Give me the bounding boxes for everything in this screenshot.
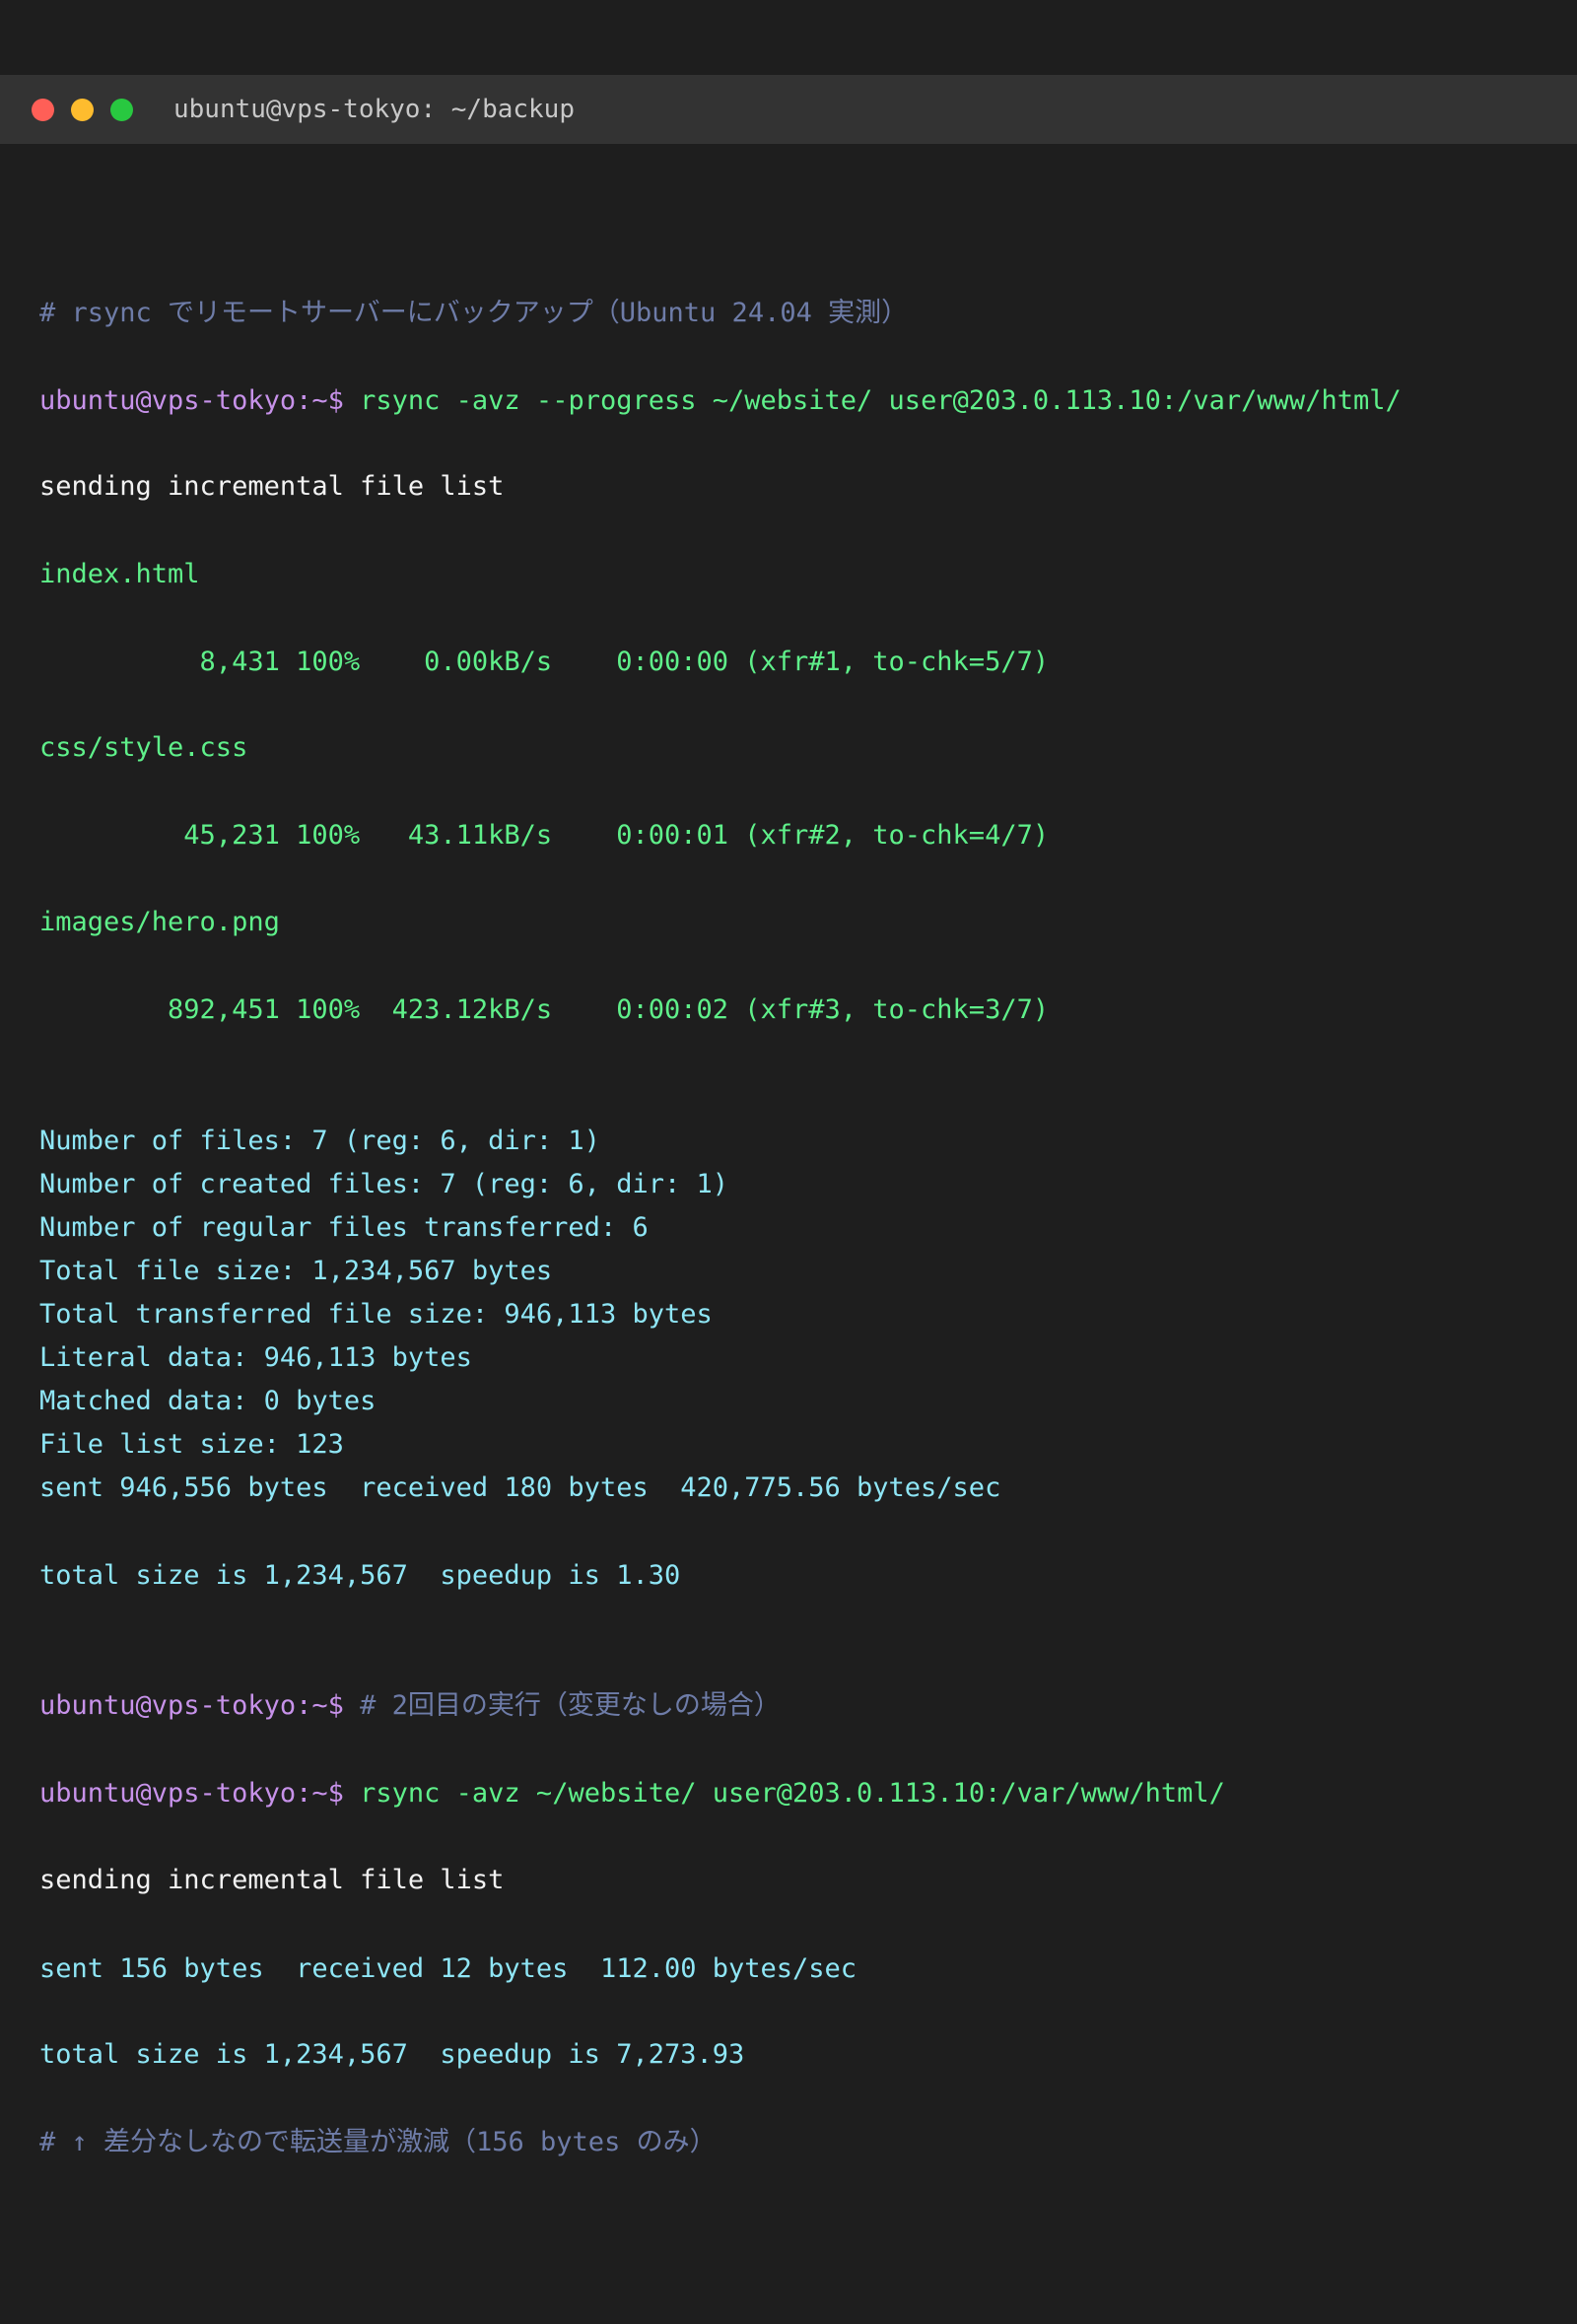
total-size-line: total size is 1,234,567 speedup is 1.30 [39, 1560, 681, 1591]
command-line: ubuntu@vps-tokyo:~$ rsync -avz --progres… [39, 383, 1402, 419]
stats-line: Matched data: 0 bytes [39, 1386, 377, 1416]
close-window-button[interactable] [32, 99, 54, 121]
command-text: rsync -avz ~/website/ user@203.0.113.10:… [360, 1778, 1225, 1809]
progress-line: 45,231 100% 43.11kB/s 0:00:01 (xfr#2, to… [39, 820, 1050, 851]
stats-line: File list size: 123 [39, 1429, 344, 1460]
shell-prompt: ubuntu@vps-tokyo:~$ [39, 385, 344, 416]
progress-line: 892,451 100% 423.12kB/s 0:00:02 (xfr#3, … [39, 994, 1050, 1025]
file-name-line: index.html [39, 559, 200, 589]
stats-line: Number of regular files transferred: 6 [39, 1212, 649, 1243]
stats-line: sent 156 bytes received 12 bytes 112.00 … [39, 1953, 857, 1984]
comment-text: # 2回目の実行（変更なしの場合） [360, 1690, 781, 1721]
minimize-window-button[interactable] [71, 99, 94, 121]
stats-line: Number of files: 7 (reg: 6, dir: 1) [39, 1126, 600, 1156]
comment-line: # rsync でリモートサーバーにバックアップ（Ubuntu 24.04 実測… [39, 298, 909, 328]
maximize-window-button[interactable] [110, 99, 133, 121]
stats-line: sent 946,556 bytes received 180 bytes 42… [39, 1472, 1001, 1503]
progress-line: 8,431 100% 0.00kB/s 0:00:00 (xfr#1, to-c… [39, 647, 1050, 677]
output-line: sending incremental file list [39, 1865, 505, 1895]
command-text: rsync -avz --progress ~/website/ user@20… [360, 385, 1402, 416]
window-titlebar: ubuntu@vps-tokyo: ~/backup [0, 75, 1577, 144]
comment-line: # ↑ 差分なしなので転送量が激減（156 bytes のみ） [39, 2127, 717, 2157]
stats-line: Total transferred file size: 946,113 byt… [39, 1299, 713, 1330]
stats-line: Total file size: 1,234,567 bytes [39, 1256, 553, 1286]
total-size-line: total size is 1,234,567 speedup is 7,273… [39, 2039, 745, 2070]
output-line: sending incremental file list [39, 471, 505, 502]
window-title: ubuntu@vps-tokyo: ~/backup [173, 95, 575, 124]
file-name-line: images/hero.png [39, 907, 280, 937]
shell-prompt: ubuntu@vps-tokyo:~$ [39, 1690, 344, 1721]
stats-line: Literal data: 946,113 bytes [39, 1342, 472, 1373]
stats-line: Number of created files: 7 (reg: 6, dir:… [39, 1169, 728, 1199]
command-line: ubuntu@vps-tokyo:~$ rsync -avz ~/website… [39, 1776, 1225, 1811]
command-line: ubuntu@vps-tokyo:~$ # 2回目の実行（変更なしの場合） [39, 1688, 781, 1724]
file-name-line: css/style.css [39, 732, 248, 763]
shell-prompt: ubuntu@vps-tokyo:~$ [39, 1778, 344, 1809]
